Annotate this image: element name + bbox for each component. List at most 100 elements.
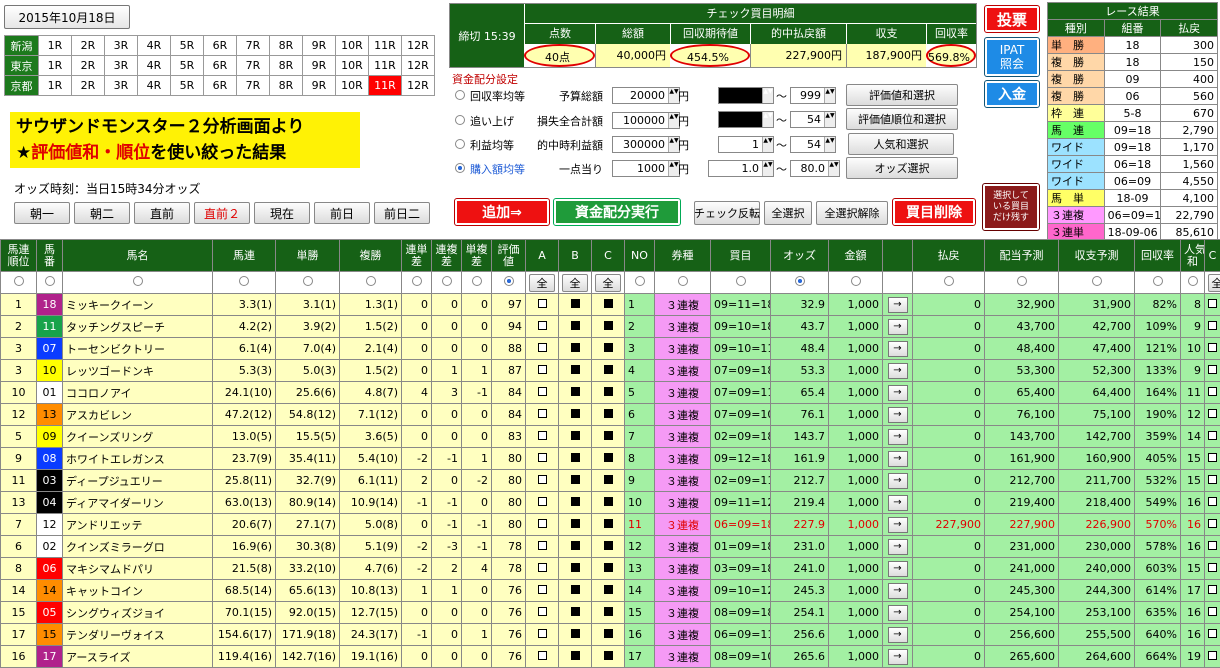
sort-radio-cell[interactable]: 全 bbox=[526, 272, 559, 294]
buy-checkbox[interactable] bbox=[1208, 629, 1217, 638]
sort-radio[interactable] bbox=[412, 276, 422, 286]
mark-checkbox[interactable] bbox=[604, 497, 613, 506]
mark-checkbox[interactable] bbox=[604, 365, 613, 374]
sort-radio-cell[interactable] bbox=[432, 272, 462, 294]
select-all-button[interactable]: 全選択 bbox=[764, 201, 812, 225]
sort-radio-cell[interactable] bbox=[37, 272, 63, 294]
mark-cell[interactable] bbox=[526, 646, 559, 668]
mark-cell[interactable] bbox=[592, 558, 625, 580]
buy-row[interactable]: 7３連複02=09=18143.71,000→0143,700142,70035… bbox=[625, 426, 1220, 448]
buy-check-cell[interactable] bbox=[1205, 448, 1220, 470]
mark-checkbox[interactable] bbox=[538, 431, 547, 440]
buy-row[interactable]: 11３連複06=09=18227.91,000→227,900227,90022… bbox=[625, 514, 1220, 536]
sort-radio-cell[interactable] bbox=[340, 272, 402, 294]
race-button[interactable]: 4R bbox=[138, 56, 171, 76]
mark-cell[interactable] bbox=[559, 426, 592, 448]
race-button[interactable]: 4R bbox=[138, 76, 171, 96]
horse-row[interactable]: 1414キャットコイン68.5(14)65.6(13)10.8(13)11076 bbox=[1, 580, 625, 602]
race-button[interactable]: 2R bbox=[72, 36, 105, 56]
sort-radio[interactable] bbox=[303, 276, 313, 286]
ipat-inquiry-button[interactable]: IPAT 照会 bbox=[985, 38, 1039, 76]
buy-checkbox[interactable] bbox=[1208, 409, 1217, 418]
mark-cell[interactable] bbox=[592, 492, 625, 514]
buy-check-cell[interactable] bbox=[1205, 514, 1220, 536]
mark-cell[interactable] bbox=[526, 382, 559, 404]
buy-check-cell[interactable] bbox=[1205, 558, 1220, 580]
horse-row[interactable]: 806マキシマムドパリ21.5(8)33.2(10)4.7(6)-22478 bbox=[1, 558, 625, 580]
race-button[interactable]: 8R bbox=[270, 56, 303, 76]
race-button[interactable]: 5R bbox=[171, 36, 204, 56]
mark-cell[interactable] bbox=[526, 580, 559, 602]
add-button[interactable]: 追加⇒ bbox=[455, 199, 549, 225]
fund-mode-radio[interactable] bbox=[455, 115, 465, 125]
filter-to-input[interactable]: 54▲▼ bbox=[790, 136, 836, 153]
sort-radio[interactable] bbox=[1153, 276, 1163, 286]
mark-cell[interactable] bbox=[526, 316, 559, 338]
odds-time-button[interactable]: 朝一 bbox=[14, 202, 70, 224]
arrow-right-icon[interactable]: → bbox=[888, 517, 908, 533]
odds-time-button[interactable]: 前日二 bbox=[374, 202, 430, 224]
mark-checkbox[interactable] bbox=[604, 475, 613, 484]
mark-checkbox[interactable] bbox=[571, 607, 580, 616]
filter-select-button[interactable]: 評価値和選択 bbox=[846, 84, 958, 106]
arrow-cell[interactable]: → bbox=[883, 646, 913, 668]
mark-cell[interactable] bbox=[559, 382, 592, 404]
sort-radio-cell[interactable] bbox=[276, 272, 340, 294]
mark-cell[interactable] bbox=[559, 602, 592, 624]
horse-row[interactable]: 310レッツゴードンキ5.3(3)5.0(3)1.5(2)01187 bbox=[1, 360, 625, 382]
race-button[interactable]: 3R bbox=[105, 56, 138, 76]
mark-checkbox[interactable] bbox=[538, 541, 547, 550]
horse-row[interactable]: 1304ディアマイダーリン63.0(13)80.9(14)10.9(14)-1-… bbox=[1, 492, 625, 514]
sort-radio-cell[interactable] bbox=[771, 272, 829, 294]
race-button[interactable]: 12R bbox=[402, 36, 435, 56]
race-button[interactable]: 10R bbox=[336, 36, 369, 56]
mark-checkbox[interactable] bbox=[538, 629, 547, 638]
deselect-all-button[interactable]: 全選択解除 bbox=[816, 201, 888, 225]
arrow-right-icon[interactable]: → bbox=[888, 495, 908, 511]
sort-radio[interactable] bbox=[366, 276, 376, 286]
keep-selected-button[interactable]: 選択して いる買目 だけ残す bbox=[983, 184, 1039, 230]
horse-row[interactable]: 1617アースライズ119.4(16)142.7(16)19.1(16)0007… bbox=[1, 646, 625, 668]
mark-cell[interactable] bbox=[592, 514, 625, 536]
sort-radio-cell[interactable] bbox=[492, 272, 526, 294]
filter-from-input[interactable]: 1.0▲▼ bbox=[708, 160, 774, 177]
sort-radio[interactable] bbox=[1017, 276, 1027, 286]
mark-cell[interactable] bbox=[526, 492, 559, 514]
spin-icon[interactable]: ▲▼ bbox=[762, 137, 773, 152]
race-button[interactable]: 4R bbox=[138, 36, 171, 56]
mark-checkbox[interactable] bbox=[571, 299, 580, 308]
fund-amount-input[interactable]: 300000▲▼ bbox=[612, 136, 680, 153]
sort-radio-cell[interactable] bbox=[1, 272, 37, 294]
mark-cell[interactable] bbox=[526, 602, 559, 624]
mark-cell[interactable] bbox=[526, 536, 559, 558]
race-button[interactable]: 6R bbox=[204, 56, 237, 76]
venue-label[interactable]: 新潟 bbox=[5, 36, 39, 56]
mark-cell[interactable] bbox=[592, 602, 625, 624]
mark-cell[interactable] bbox=[592, 316, 625, 338]
mark-checkbox[interactable] bbox=[571, 387, 580, 396]
sort-radio-cell[interactable] bbox=[829, 272, 883, 294]
spin-icon[interactable]: ▲▼ bbox=[824, 88, 835, 103]
arrow-right-icon[interactable]: → bbox=[888, 319, 908, 335]
fund-exec-button[interactable]: 資金配分実行 bbox=[554, 199, 680, 225]
race-button[interactable]: 7R bbox=[237, 56, 270, 76]
buy-checkbox[interactable] bbox=[1208, 607, 1217, 616]
mark-cell[interactable] bbox=[592, 536, 625, 558]
arrow-right-icon[interactable]: → bbox=[888, 605, 908, 621]
mark-checkbox[interactable] bbox=[538, 409, 547, 418]
mark-cell[interactable] bbox=[592, 580, 625, 602]
horse-row[interactable]: 712アンドリエッテ20.6(7)27.1(7)5.0(8)0-1-180 bbox=[1, 514, 625, 536]
odds-time-button[interactable]: 直前 bbox=[134, 202, 190, 224]
mark-cell[interactable] bbox=[559, 360, 592, 382]
buy-row[interactable]: 5３連複07=09=1165.41,000→065,40064,400164%1… bbox=[625, 382, 1220, 404]
all-check-button[interactable]: 全 bbox=[562, 274, 588, 292]
arrow-right-icon[interactable]: → bbox=[888, 539, 908, 555]
arrow-cell[interactable]: → bbox=[883, 580, 913, 602]
buy-checkbox[interactable] bbox=[1208, 387, 1217, 396]
race-button[interactable]: 1R bbox=[39, 56, 72, 76]
arrow-right-icon[interactable]: → bbox=[888, 341, 908, 357]
mark-checkbox[interactable] bbox=[571, 651, 580, 660]
sort-radio[interactable] bbox=[736, 276, 746, 286]
mark-cell[interactable] bbox=[559, 470, 592, 492]
race-button[interactable]: 7R bbox=[237, 76, 270, 96]
